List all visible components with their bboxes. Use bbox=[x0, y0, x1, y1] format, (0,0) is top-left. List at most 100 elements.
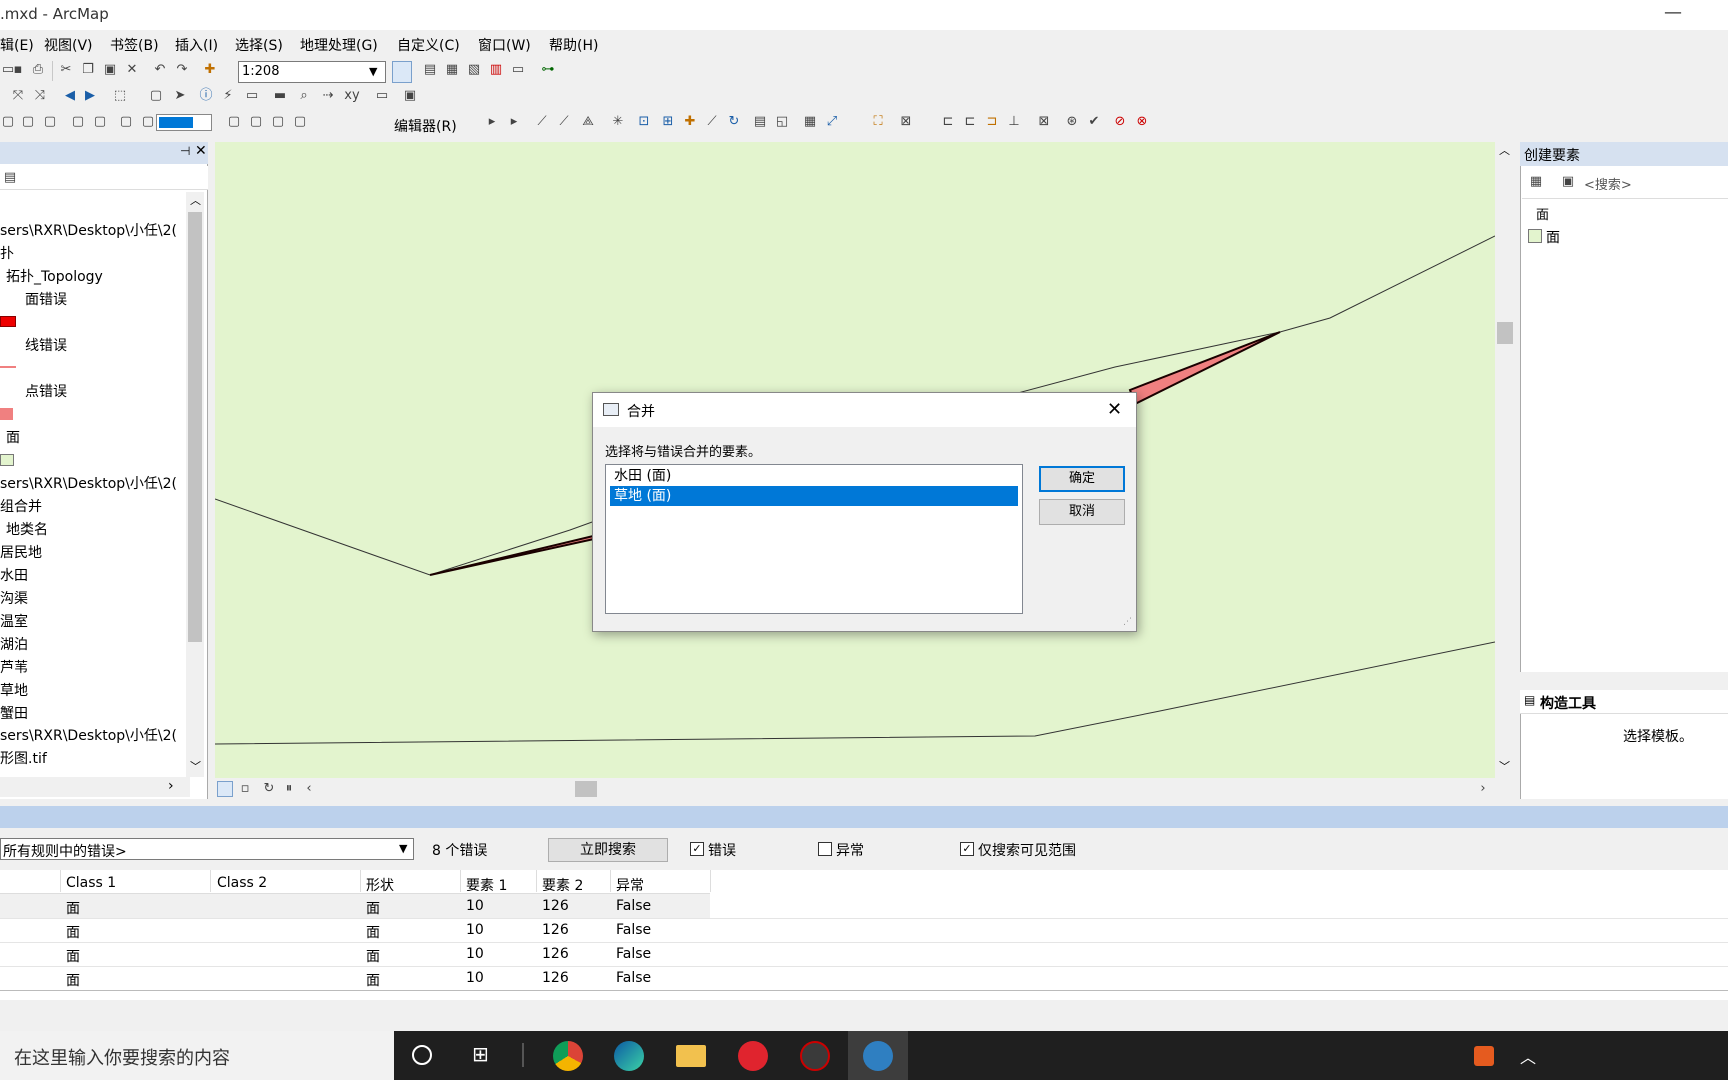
arcmap-taskbar-button[interactable] bbox=[848, 1031, 908, 1080]
table-row[interactable]: 面 面 10 126 False bbox=[0, 894, 710, 918]
select-elements-icon[interactable]: ➤ bbox=[172, 88, 188, 104]
identify-icon[interactable]: ⓘ bbox=[198, 88, 214, 104]
zoom-100-icon[interactable]: ▢ bbox=[70, 114, 86, 130]
chevron-up-icon[interactable]: ︿ bbox=[1499, 142, 1510, 158]
straight-segment-icon[interactable]: ⟋ bbox=[534, 114, 550, 130]
edge-icon[interactable] bbox=[614, 1041, 644, 1071]
toc-dataframe-path[interactable]: sers\RXR\Desktop\小任\2( bbox=[0, 473, 177, 493]
delete-icon[interactable]: ✕ bbox=[124, 62, 140, 78]
select-features-icon[interactable]: ⬚ bbox=[112, 88, 128, 104]
measure-icon[interactable]: ▬ bbox=[272, 88, 288, 104]
paste-icon[interactable]: ▣ bbox=[102, 62, 118, 78]
trace-icon[interactable]: ⟁ bbox=[580, 114, 596, 130]
menu-insert[interactable]: 插入(I) bbox=[175, 35, 218, 55]
back-page-icon[interactable]: ▢ bbox=[118, 114, 134, 130]
list-item-selected[interactable]: 草地 (面) bbox=[610, 486, 1018, 506]
netease-music-icon[interactable] bbox=[738, 1041, 768, 1071]
organize-templates-icon[interactable]: ▦ bbox=[1528, 174, 1544, 190]
layout-tool-icon[interactable]: ▢ bbox=[0, 114, 16, 130]
file-explorer-icon[interactable] bbox=[676, 1045, 706, 1067]
zoom-whole-page-icon[interactable]: ▢ bbox=[42, 114, 58, 130]
editor-menu[interactable]: 编辑器(R) bbox=[394, 116, 457, 136]
column-header[interactable]: 异常 bbox=[616, 875, 644, 895]
table-row[interactable]: 面 面 10 126 False bbox=[0, 966, 710, 990]
exceptions-checkbox[interactable] bbox=[818, 842, 832, 856]
validate-extent-icon[interactable]: ⊠ bbox=[1036, 114, 1052, 130]
minimize-button[interactable]: — bbox=[1664, 2, 1682, 23]
search-window-icon[interactable]: ▧ bbox=[466, 62, 482, 78]
toc-item[interactable]: 扑 bbox=[0, 243, 14, 263]
search-now-button[interactable]: 立即搜索 bbox=[548, 838, 668, 862]
ok-button[interactable]: 确定 bbox=[1039, 466, 1125, 492]
sogou-ime-icon[interactable] bbox=[1474, 1046, 1494, 1066]
visible-extent-checkbox[interactable]: ✓ bbox=[960, 842, 974, 856]
find-route-icon[interactable]: ⇢ bbox=[320, 88, 336, 104]
toggle-draft-icon[interactable]: ▢ bbox=[226, 114, 242, 130]
taskbar-search-box[interactable]: 在这里输入你要搜索的内容 bbox=[0, 1031, 394, 1080]
planarize-icon[interactable]: ⊥ bbox=[1006, 114, 1022, 130]
error-inspector-icon[interactable]: ⊘ bbox=[1112, 114, 1128, 130]
fixed-zoom-icon[interactable]: ⤨ bbox=[32, 88, 48, 104]
rule-dropdown[interactable]: 所有规则中的错误> ▼ bbox=[0, 838, 414, 860]
screen-recorder-icon[interactable] bbox=[800, 1041, 830, 1071]
clear-selection-icon[interactable]: ▢ bbox=[148, 88, 164, 104]
time-slider-icon[interactable]: ▭ bbox=[374, 88, 390, 104]
error-polygon-right[interactable] bbox=[1128, 331, 1281, 406]
toc-dataframe-path[interactable]: sers\RXR\Desktop\小任\2( bbox=[0, 220, 177, 240]
chevron-right-icon[interactable]: › bbox=[1475, 781, 1491, 797]
topology-edit-icon[interactable]: ⊠ bbox=[898, 114, 914, 130]
validate-topology-icon[interactable]: ⊛ bbox=[1064, 114, 1080, 130]
pause-drawing-icon[interactable]: ⏸ bbox=[281, 781, 297, 797]
menu-edit[interactable]: 辑(E) bbox=[0, 35, 34, 55]
split-icon[interactable]: ⟋ bbox=[704, 114, 720, 130]
edit-vertices-icon[interactable]: ⊡ bbox=[636, 114, 652, 130]
show-hidden-icons-icon[interactable]: ︿ bbox=[1520, 1044, 1536, 1068]
edit-annotation-icon[interactable]: ▸ bbox=[506, 114, 522, 130]
construct-features-icon[interactable]: ⊐ bbox=[984, 114, 1000, 130]
chevron-right-icon[interactable]: › bbox=[168, 778, 174, 794]
cut-polygons-icon[interactable]: ✚ bbox=[682, 114, 698, 130]
menu-geoprocessing[interactable]: 地理处理(G) bbox=[300, 35, 378, 55]
focus-frame-icon[interactable]: ▢ bbox=[248, 114, 264, 130]
list-by-drawing-order-icon[interactable]: ▤ bbox=[2, 170, 18, 186]
list-item[interactable]: 水田 (面) bbox=[610, 466, 1018, 486]
map-horizontal-scrollbar[interactable]: ▫ ↻ ⏸ ‹ › bbox=[215, 778, 1515, 800]
edit-tool-icon[interactable]: ▸ bbox=[484, 114, 500, 130]
model-builder-icon[interactable]: ⊶ bbox=[540, 62, 556, 78]
select-topology-icon[interactable]: ⛶ bbox=[870, 114, 886, 130]
column-header[interactable]: 要素 1 bbox=[466, 875, 507, 895]
scale-dropdown[interactable]: 1:208 ▼ bbox=[238, 61, 386, 83]
chevron-left-icon[interactable]: ‹ bbox=[301, 781, 317, 797]
cortana-icon[interactable] bbox=[412, 1045, 432, 1065]
layout-view-icon[interactable]: ▫ bbox=[237, 781, 253, 797]
forward-page-icon[interactable]: ▢ bbox=[140, 114, 156, 130]
hyperlink-icon[interactable]: ⚡ bbox=[220, 88, 236, 104]
rotate-icon[interactable]: ↻ bbox=[726, 114, 742, 130]
merge-feature-list[interactable]: 水田 (面) 草地 (面) bbox=[605, 464, 1023, 614]
editor-toolbar-icon[interactable] bbox=[392, 61, 412, 83]
toc-polygon-layer[interactable]: 面 bbox=[6, 427, 20, 447]
cancel-button[interactable]: 取消 bbox=[1039, 499, 1125, 525]
error-inspector-window-icon[interactable]: ⊗ bbox=[1134, 114, 1150, 130]
column-header[interactable]: Class 2 bbox=[217, 875, 267, 891]
data-driven-pages-icon[interactable]: ▢ bbox=[292, 114, 308, 130]
save-icon[interactable]: ▪ bbox=[10, 62, 26, 78]
find-icon[interactable]: ⌕ bbox=[296, 88, 312, 104]
menu-help[interactable]: 帮助(H) bbox=[549, 35, 598, 55]
point-icon[interactable]: ✳ bbox=[610, 114, 626, 130]
menu-view[interactable]: 视图(V) bbox=[44, 35, 93, 55]
column-header[interactable]: 要素 2 bbox=[542, 875, 583, 895]
column-header[interactable]: Class 1 bbox=[66, 875, 116, 891]
map-vertical-scrollbar[interactable]: ︿ ﹀ bbox=[1495, 142, 1515, 778]
menu-bookmarks[interactable]: 书签(B) bbox=[110, 35, 159, 55]
zoom-percent-dropdown[interactable] bbox=[156, 114, 212, 131]
chevron-down-icon[interactable]: ﹀ bbox=[1499, 758, 1510, 774]
fixed-zoom-out-icon[interactable]: ▢ bbox=[92, 114, 108, 130]
pin-icon[interactable]: ⊣ bbox=[180, 144, 190, 158]
cut-icon[interactable]: ✂ bbox=[58, 62, 74, 78]
zoom-page-icon[interactable]: ▢ bbox=[20, 114, 36, 130]
html-popup-icon[interactable]: ▭ bbox=[244, 88, 260, 104]
catalog-icon[interactable]: ▦ bbox=[444, 62, 460, 78]
template-filter-icon[interactable]: ▣ bbox=[1560, 174, 1576, 190]
toc-horizontal-scrollbar[interactable]: › bbox=[0, 777, 190, 797]
